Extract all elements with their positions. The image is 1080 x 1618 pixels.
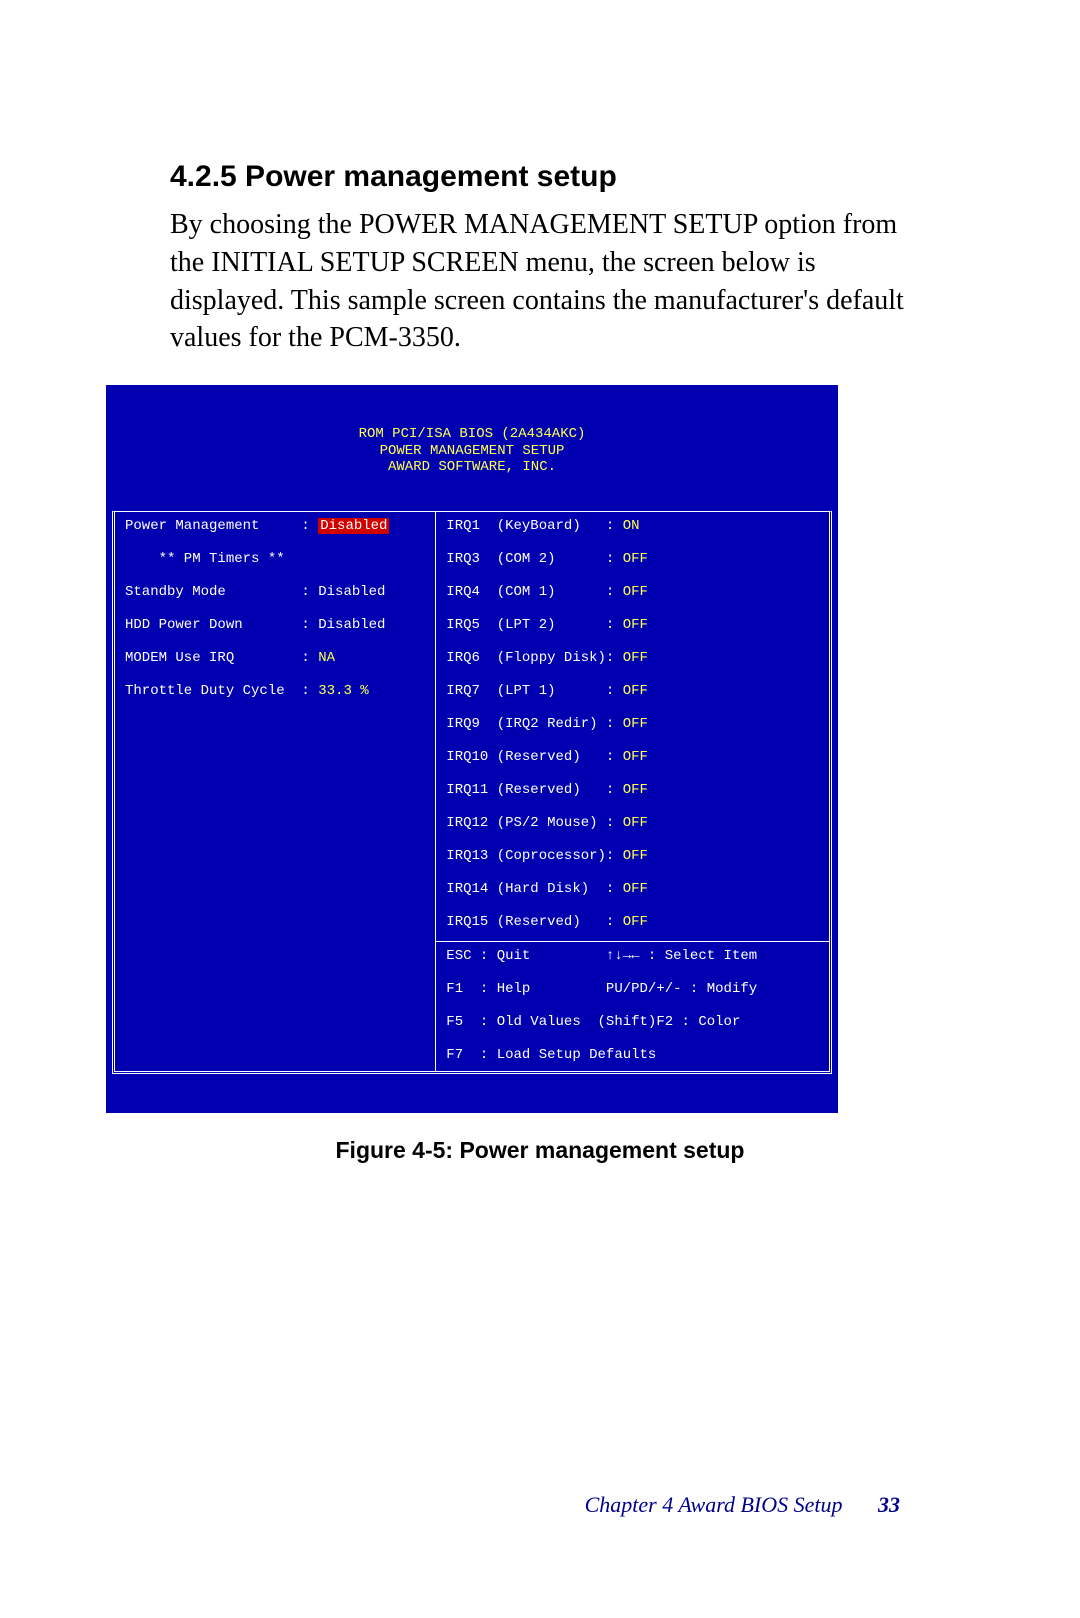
irq5-value[interactable]: OFF — [623, 617, 648, 633]
irq14-label: IRQ14 (Hard Disk) : — [446, 881, 622, 897]
irq6-label: IRQ6 (Floppy Disk): — [446, 650, 622, 666]
bios-left-panel: Power Management : Disabled ** PM Timers… — [115, 512, 436, 1072]
bios-right-panel: IRQ1 (KeyBoard) : ON IRQ3 (COM 2) : OFF … — [436, 512, 829, 1072]
throttle-value[interactable]: 33.3 % — [318, 683, 368, 699]
modem-label: MODEM Use IRQ : — [125, 650, 318, 666]
pm-value-selected[interactable]: Disabled — [318, 518, 389, 534]
irq3-value[interactable]: OFF — [623, 551, 648, 567]
bios-header-line1: ROM PCI/ISA BIOS (2A434AKC) — [359, 426, 586, 442]
irq1-value[interactable]: ON — [623, 518, 640, 534]
figure-caption: Figure 4-5: Power management setup — [170, 1137, 910, 1164]
irq7-value[interactable]: OFF — [623, 683, 648, 699]
bios-header-line2: POWER MANAGEMENT SETUP — [380, 443, 565, 459]
irq4-value[interactable]: OFF — [623, 584, 648, 600]
irq14-value[interactable]: OFF — [623, 881, 648, 897]
section-heading: 4.2.5 Power management setup — [170, 160, 910, 194]
section-body-text: By choosing the POWER MANAGEMENT SETUP o… — [170, 206, 910, 357]
irq15-label: IRQ15 (Reserved) : — [446, 914, 622, 930]
irq10-label: IRQ10 (Reserved) : — [446, 749, 622, 765]
bios-irq-list: IRQ1 (KeyBoard) : ON IRQ3 (COM 2) : OFF … — [436, 512, 829, 942]
irq10-value[interactable]: OFF — [623, 749, 648, 765]
bios-screenshot: ROM PCI/ISA BIOS (2A434AKC) POWER MANAGE… — [106, 385, 838, 1113]
help-line1: ESC : Quit ↑↓→← : Select Item — [446, 948, 819, 965]
irq9-label: IRQ9 (IRQ2 Redir) : — [446, 716, 622, 732]
irq12-label: IRQ12 (PS/2 Mouse) : — [446, 815, 622, 831]
irq13-value[interactable]: OFF — [623, 848, 648, 864]
footer-page-number: 33 — [878, 1492, 900, 1517]
irq9-value[interactable]: OFF — [623, 716, 648, 732]
irq15-value[interactable]: OFF — [623, 914, 648, 930]
irq5-label: IRQ5 (LPT 2) : — [446, 617, 622, 633]
pm-timers-heading: ** PM Timers ** — [125, 551, 285, 567]
footer-chapter: Chapter 4 Award BIOS Setup — [585, 1492, 843, 1517]
irq7-label: IRQ7 (LPT 1) : — [446, 683, 622, 699]
irq6-value[interactable]: OFF — [623, 650, 648, 666]
bios-help-footer: ESC : Quit ↑↓→← : Select Item F1 : Help … — [436, 942, 829, 1072]
page-footer: Chapter 4 Award BIOS Setup 33 — [585, 1492, 900, 1518]
bios-header-line3: AWARD SOFTWARE, INC. — [388, 459, 556, 475]
help-line2: F1 : Help PU/PD/+/- : Modify — [446, 981, 819, 998]
irq1-label: IRQ1 (KeyBoard) : — [446, 518, 622, 534]
bios-header: ROM PCI/ISA BIOS (2A434AKC) POWER MANAGE… — [110, 422, 834, 478]
irq4-label: IRQ4 (COM 1) : — [446, 584, 622, 600]
irq12-value[interactable]: OFF — [623, 815, 648, 831]
bios-body: Power Management : Disabled ** PM Timers… — [112, 511, 832, 1075]
hdd-label: HDD Power Down : — [125, 617, 318, 633]
standby-value[interactable]: Disabled — [318, 584, 385, 600]
modem-value[interactable]: NA — [318, 650, 335, 666]
hdd-value[interactable]: Disabled — [318, 617, 385, 633]
standby-label: Standby Mode : — [125, 584, 318, 600]
help-line4: F7 : Load Setup Defaults — [446, 1047, 819, 1064]
irq3-label: IRQ3 (COM 2) : — [446, 551, 622, 567]
irq11-value[interactable]: OFF — [623, 782, 648, 798]
irq11-label: IRQ11 (Reserved) : — [446, 782, 622, 798]
irq13-label: IRQ13 (Coprocessor): — [446, 848, 622, 864]
pm-label: Power Management : — [125, 518, 318, 534]
throttle-label: Throttle Duty Cycle : — [125, 683, 318, 699]
help-line3: F5 : Old Values (Shift)F2 : Color — [446, 1014, 819, 1031]
